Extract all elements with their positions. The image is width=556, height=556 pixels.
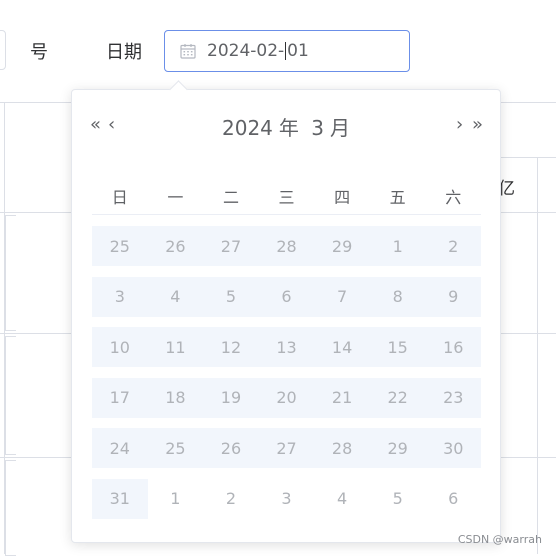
calendar-day[interactable]: 30: [425, 428, 481, 468]
calendar-day[interactable]: 9: [425, 277, 481, 317]
watermark: CSDN @warrah: [457, 533, 542, 546]
calendar-day[interactable]: 19: [203, 378, 259, 418]
date-picker-popup: « ‹ 2024 年 3月 › » 日 一 二 三 四 五 六 25 26 27 …: [71, 80, 501, 543]
calendar-day[interactable]: 6: [259, 277, 315, 317]
calendar-day[interactable]: 5: [203, 277, 259, 317]
picker-month[interactable]: 3: [311, 116, 324, 140]
calendar-day[interactable]: 18: [148, 378, 204, 418]
weekday-label: 五: [389, 188, 406, 207]
calendar-day[interactable]: 7: [314, 277, 370, 317]
weekday-label: 四: [334, 188, 351, 207]
calendar-day[interactable]: 16: [425, 327, 481, 367]
calendar-day[interactable]: 31: [92, 479, 148, 519]
calendar-day[interactable]: 8: [370, 277, 426, 317]
calendar-day[interactable]: 12: [203, 327, 259, 367]
field-label-number: 号: [30, 42, 48, 63]
table-subheader-divider: [500, 157, 556, 158]
calendar-week-row: 25 26 27 28 29 1 2: [92, 226, 481, 266]
table-column-divider: [537, 157, 538, 554]
calendar-day[interactable]: 17: [92, 378, 148, 418]
calendar-day[interactable]: 1: [370, 226, 426, 266]
calendar-day[interactable]: 2: [425, 226, 481, 266]
calendar-day[interactable]: 26: [203, 428, 259, 468]
calendar-day[interactable]: 29: [370, 428, 426, 468]
calendar-week-row: 24 25 26 27 28 29 30: [92, 428, 481, 468]
weekday-label: 三: [278, 188, 295, 207]
date-input[interactable]: 2024-02- 01: [164, 30, 410, 72]
calendar-day[interactable]: 6: [425, 479, 481, 519]
calendar-day[interactable]: 29: [314, 226, 370, 266]
weekday-label: 一: [167, 188, 184, 207]
calendar-week-row: 31 1 2 3 4 5 6: [92, 478, 481, 519]
calendar-day[interactable]: 22: [370, 378, 426, 418]
calendar-day[interactable]: 20: [259, 378, 315, 418]
picker-header: « ‹ 2024 年 3月 › »: [72, 108, 500, 142]
calendar-day[interactable]: 5: [370, 479, 426, 519]
calendar-day[interactable]: 15: [370, 327, 426, 367]
table-cell: [5, 336, 16, 455]
calendar-day[interactable]: 3: [92, 277, 148, 317]
calendar-day[interactable]: 11: [148, 327, 204, 367]
picker-month-suffix: 月: [330, 116, 350, 140]
calendar-day[interactable]: 27: [203, 226, 259, 266]
weekday-label: 六: [445, 188, 462, 207]
calendar-day[interactable]: 27: [259, 428, 315, 468]
calendar-day[interactable]: 10: [92, 327, 148, 367]
table-cell: [5, 460, 16, 556]
calendar-day[interactable]: 13: [259, 327, 315, 367]
calendar-week-row: 10 11 12 13 14 15 16: [92, 327, 481, 367]
calendar-day[interactable]: 3: [259, 479, 315, 519]
calendar-week-row: 3 4 5 6 7 8 9: [92, 276, 481, 317]
calendar-day[interactable]: 28: [314, 428, 370, 468]
weekday-label: 二: [222, 188, 239, 207]
picker-year[interactable]: 2024: [222, 116, 273, 140]
calendar-day[interactable]: 25: [92, 226, 148, 266]
next-month-icon[interactable]: ›: [456, 116, 463, 134]
picker-title: 2024 年 3月: [72, 112, 500, 141]
calendar-day[interactable]: 23: [425, 378, 481, 418]
weekday-header: 日 一 二 三 四 五 六: [92, 184, 481, 215]
calendar-day[interactable]: 14: [314, 327, 370, 367]
calendar-day[interactable]: 26: [148, 226, 204, 266]
calendar-day[interactable]: 25: [148, 428, 204, 468]
calendar-day[interactable]: 28: [259, 226, 315, 266]
date-input-value: 2024-02- 01: [207, 41, 309, 61]
calendar-week-row: 17 18 19 20 21 22 23: [92, 377, 481, 418]
weekday-label: 日: [111, 188, 128, 207]
picker-year-suffix: 年: [278, 116, 299, 140]
calendar-day[interactable]: 4: [148, 277, 204, 317]
calendar-day[interactable]: 21: [314, 378, 370, 418]
calendar-grid: 25 26 27 28 29 1 2 3 4 5 6 7 8 9 10 11 1…: [92, 226, 481, 529]
next-year-icon[interactable]: »: [472, 116, 483, 134]
table-cell: [5, 215, 16, 331]
previous-input-field[interactable]: [0, 30, 6, 70]
popup-arrow: [169, 80, 188, 99]
field-label-date: 日期: [106, 42, 142, 63]
calendar-icon: [179, 42, 197, 60]
calendar-day[interactable]: 4: [314, 479, 370, 519]
calendar-day[interactable]: 24: [92, 428, 148, 468]
calendar-day[interactable]: 1: [148, 479, 204, 519]
calendar-day[interactable]: 2: [203, 479, 259, 519]
